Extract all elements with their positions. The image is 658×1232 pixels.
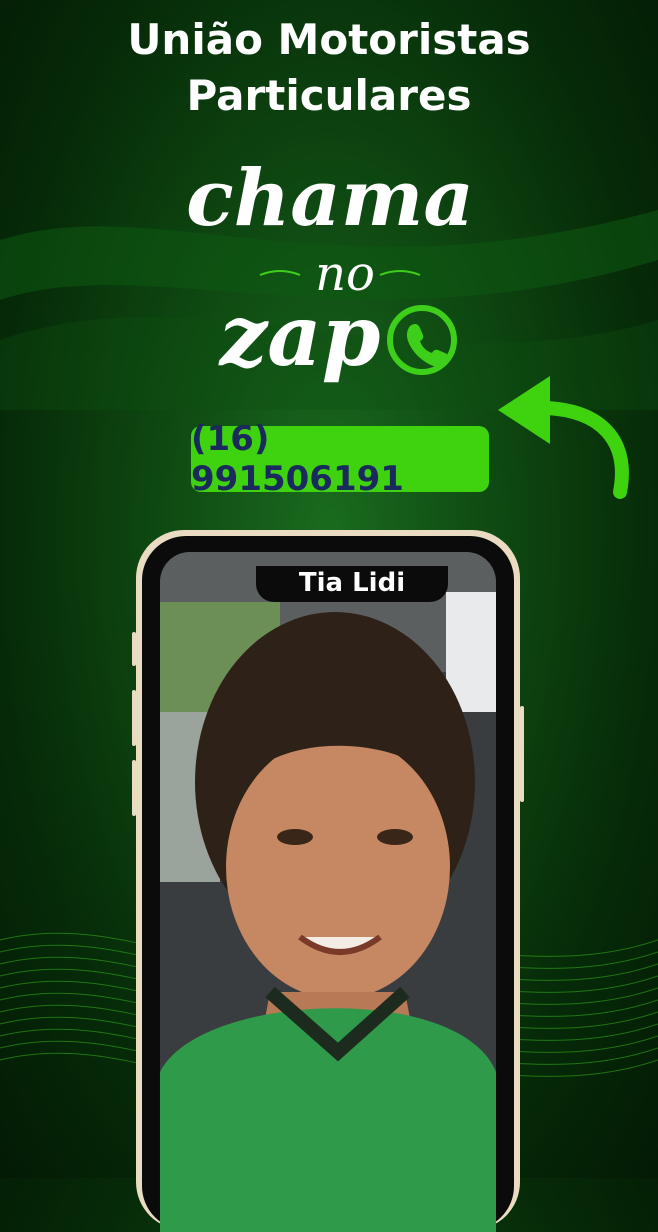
phone-side-button <box>520 706 524 802</box>
chama-no-zap-lettering: chama no zap <box>186 153 474 385</box>
script-word-zap: zap <box>218 286 381 385</box>
page-title: União Motoristas Particulares <box>0 12 658 124</box>
phone-number[interactable]: (16) 991506191 <box>191 419 489 499</box>
title-line-2: Particulares <box>186 71 472 120</box>
profile-name: Tia Lidi <box>298 568 406 598</box>
phone-number-badge[interactable]: (16) 991506191 <box>191 419 489 499</box>
smartphone-frame: Tia Lidi <box>136 530 520 1232</box>
profile-photo: Tia Lidi <box>160 552 496 1232</box>
curved-arrow-icon <box>498 376 629 499</box>
profile-photo-image <box>160 552 496 1232</box>
script-word-chama: chama <box>186 153 474 244</box>
title-line-1: União Motoristas <box>127 15 531 64</box>
whatsapp-icon <box>387 305 457 375</box>
phone-notch: Tia Lidi <box>256 566 448 602</box>
